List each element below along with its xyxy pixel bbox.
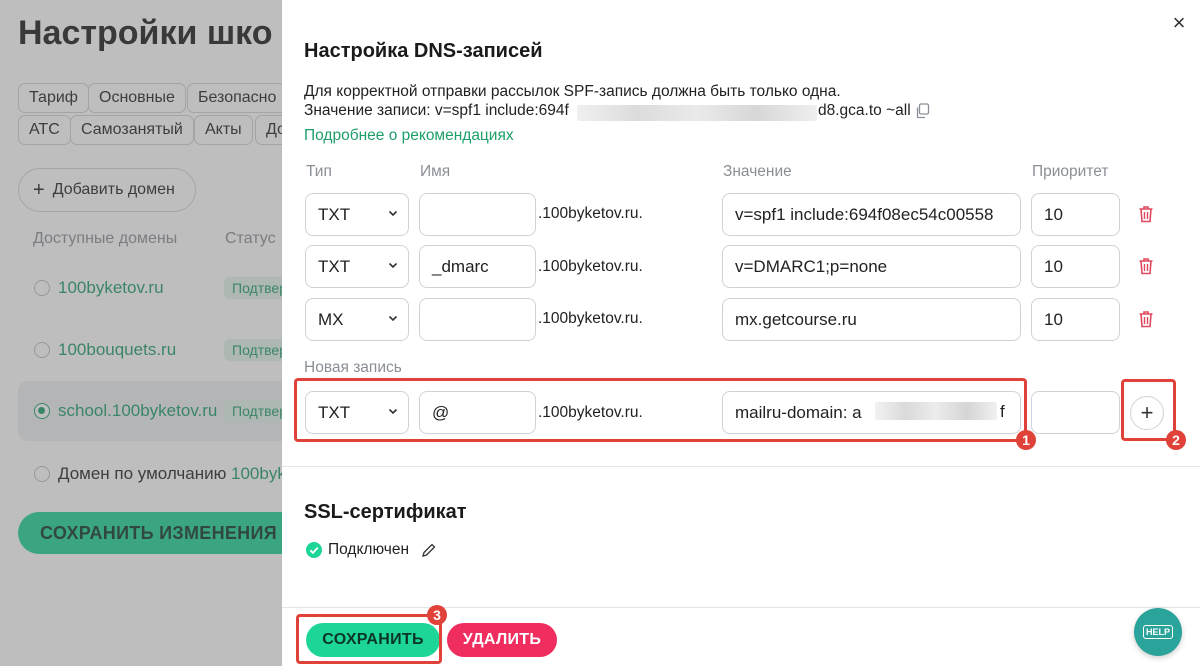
dns-section-title: Настройка DNS-записей (304, 40, 543, 62)
divider (282, 466, 1200, 467)
record-domain-suffix: .100byketov.ru. (538, 310, 643, 327)
name-column-header: Имя (420, 163, 451, 180)
help-widget-label: HELP (1142, 625, 1173, 639)
annotation-number: 3 (427, 605, 447, 625)
copy-icon[interactable] (915, 103, 930, 119)
annotation-number: 2 (1166, 430, 1186, 450)
ssl-status-text: Подключен (328, 541, 410, 558)
record-type-value: TXT (318, 204, 351, 224)
check-circle-icon (306, 542, 322, 558)
dns-description: Для корректной отправки рассылок SPF-зап… (304, 83, 841, 100)
record-type-value: TXT (318, 256, 351, 276)
record-value-input[interactable]: v=DMARC1;p=none (722, 245, 1021, 288)
trash-icon[interactable] (1138, 257, 1154, 275)
chevron-down-icon (388, 315, 398, 322)
record-value-input[interactable]: v=spf1 include:694f08ec54c00558 (722, 193, 1021, 236)
chevron-down-icon (388, 262, 398, 269)
divider (282, 607, 1200, 608)
annotation-box-add-button (1121, 379, 1176, 441)
trash-icon[interactable] (1138, 310, 1154, 328)
spf-value-tail: d8.gca.to ~all (818, 102, 911, 119)
record-type-value: MX (318, 309, 344, 329)
record-domain-suffix: .100byketov.ru. (538, 205, 643, 222)
annotation-box-new-record (294, 378, 1027, 442)
type-column-header: Тип (306, 163, 332, 180)
redacted-text (577, 105, 817, 121)
record-type-select[interactable]: TXT (305, 193, 409, 236)
dns-settings-panel: × Настройка DNS-записей Для корректной о… (282, 0, 1200, 666)
record-value-input[interactable]: mx.getcourse.ru (722, 298, 1021, 341)
new-record-label: Новая запись (304, 359, 402, 376)
record-name-input[interactable] (419, 298, 536, 341)
record-priority-input[interactable]: 10 (1031, 245, 1120, 288)
ssl-section-title: SSL-сертификат (304, 501, 467, 523)
close-icon[interactable]: × (1168, 12, 1190, 34)
record-name-input[interactable]: _dmarc (419, 245, 536, 288)
trash-icon[interactable] (1138, 205, 1154, 223)
chevron-down-icon (388, 210, 398, 217)
annotation-number: 1 (1016, 430, 1036, 450)
value-column-header: Значение (723, 163, 792, 180)
new-record-priority-input[interactable] (1031, 391, 1120, 434)
record-type-select[interactable]: MX (305, 298, 409, 341)
record-priority-input[interactable]: 10 (1031, 193, 1120, 236)
recommendations-link[interactable]: Подробнее о рекомендациях (304, 127, 514, 145)
record-domain-suffix: .100byketov.ru. (538, 258, 643, 275)
delete-button[interactable]: УДАЛИТЬ (447, 623, 557, 657)
record-priority-input[interactable]: 10 (1031, 298, 1120, 341)
spf-value-text: Значение записи: v=spf1 include:694f (304, 102, 569, 119)
pencil-icon[interactable] (421, 542, 437, 558)
record-type-select[interactable]: TXT (305, 245, 409, 288)
record-name-input[interactable] (419, 193, 536, 236)
priority-column-header: Приоритет (1032, 163, 1109, 180)
annotation-box-save-button (296, 614, 442, 664)
help-widget[interactable]: HELP (1134, 608, 1182, 656)
